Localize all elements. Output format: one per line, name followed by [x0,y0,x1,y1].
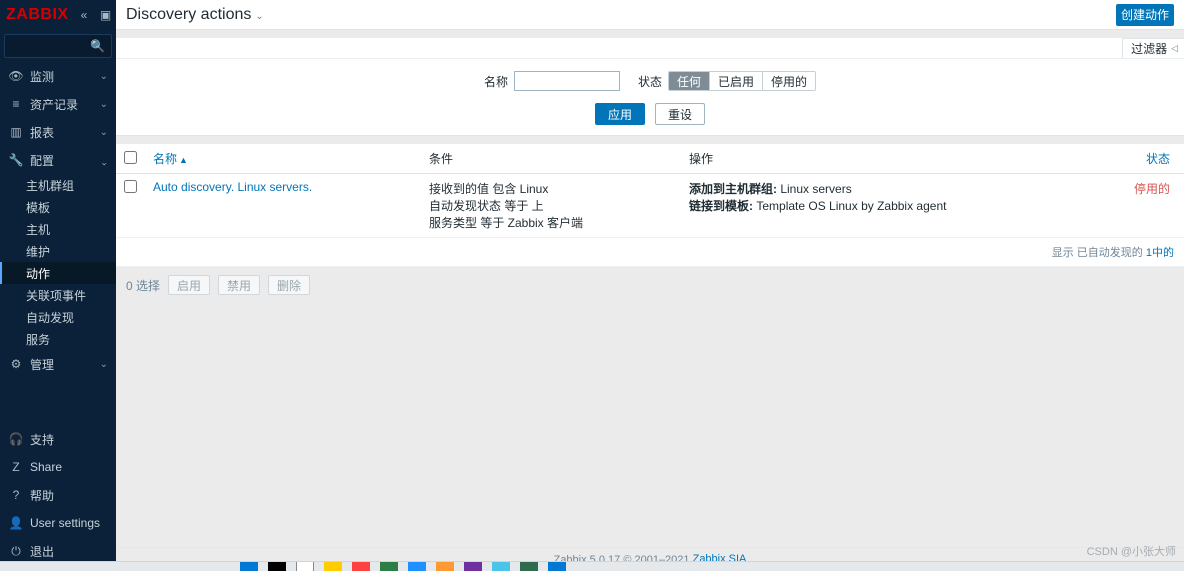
sidebar-top: ZABBIX « ▣ [0,0,116,30]
title-dropdown[interactable]: Discovery actions ⌄ [126,6,264,24]
gear-icon: ⚙ [8,357,24,371]
actions-table: 名称▲ 条件 操作 状态 Auto discovery. Linux serve… [116,144,1184,238]
filter-name-input[interactable] [514,71,620,91]
search-icon[interactable]: 🔍 [90,39,105,53]
eye-icon: 👁 [8,69,24,83]
bar-chart-icon: ▥ [8,125,24,139]
share-icon: Z [8,460,24,474]
chevron-down-icon: ⌄ [100,359,108,370]
filter-name-label: 名称 [484,73,508,90]
sidebar: ZABBIX « ▣ 🔍 👁 监测 ⌄ ≡ 资产记录 ⌄ ▥ 报表 ⌄ 🔧 配置… [0,0,116,571]
sub-hostgroups[interactable]: 主机群组 [0,174,116,196]
sidebar-collapse-icon[interactable]: « [74,0,95,30]
filter-tab[interactable]: 过滤器 ◁ [1122,38,1184,58]
main: Discovery actions ⌄ 创建动作 过滤器 ◁ 名称 状态 任何 … [116,0,1184,571]
filter-status-label: 状态 [638,73,662,90]
condition-line: 服务类型 等于 Zabbix 客户端 [429,214,673,231]
sidebar-nav: 👁 监测 ⌄ ≡ 资产记录 ⌄ ▥ 报表 ⌄ 🔧 配置 ⌃ 主机群组 模板 主机… [0,62,116,425]
selected-count: 0 选择 [126,277,160,294]
bulk-enable-button[interactable]: 启用 [168,275,210,295]
sidebar-search[interactable]: 🔍 [4,34,112,58]
nav-configuration[interactable]: 🔧 配置 ⌃ [0,146,116,174]
nav-inventory[interactable]: ≡ 资产记录 ⌄ [0,90,116,118]
apply-button[interactable]: 应用 [595,103,645,125]
list-icon: ≡ [8,97,24,111]
page-header: Discovery actions ⌄ 创建动作 [116,0,1184,30]
filter-tab-label: 过滤器 [1131,40,1167,57]
status-segmented: 任何 已启用 停用的 [668,71,816,91]
reset-button[interactable]: 重设 [655,103,705,125]
os-taskbar [0,561,1184,571]
foot-user-settings[interactable]: 👤 User settings [0,509,116,537]
chevron-up-icon: ⌃ [100,155,108,166]
filter-status-group: 状态 任何 已启用 停用的 [638,71,816,91]
sub-hosts[interactable]: 主机 [0,218,116,240]
sub-correlation[interactable]: 关联项事件 [0,284,116,306]
foot-help[interactable]: ? 帮助 [0,481,116,509]
operation-line: 链接到模板: Template OS Linux by Zabbix agent [689,197,1106,214]
filter-panel: 名称 状态 任何 已启用 停用的 应用 重设 [116,58,1184,136]
sidebar-edit-icon[interactable]: ▣ [95,0,116,30]
conditions-cell: 接收到的值 包含 Linux 自动发现状态 等于 上 服务类型 等于 Zabbi… [421,174,681,238]
condition-line: 自动发现状态 等于 上 [429,197,673,214]
operation-line: 添加到主机群组: Linux servers [689,180,1106,197]
table-summary: 显示 已自动发现的 1中的 [116,238,1184,267]
nav-label: 监测 [30,68,100,85]
col-operations: 操作 [681,144,1114,174]
status-any[interactable]: 任何 [669,72,709,90]
question-icon: ? [8,488,24,502]
nav-configuration-sub: 主机群组 模板 主机 维护 动作 关联项事件 自动发现 服务 [0,174,116,350]
table-header-row: 名称▲ 条件 操作 状态 [116,144,1184,174]
chevron-down-icon: ⌄ [100,99,108,110]
select-all-checkbox[interactable] [124,151,137,164]
chevron-down-icon: ⌄ [255,11,263,22]
bulk-disable-button[interactable]: 禁用 [218,275,260,295]
logo[interactable]: ZABBIX [0,6,74,24]
power-icon: ⏻ [8,544,24,559]
foot-support[interactable]: 🎧 支持 [0,425,116,453]
operations-cell: 添加到主机群组: Linux servers 链接到模板: Template O… [681,174,1114,238]
sub-templates[interactable]: 模板 [0,196,116,218]
page-title: Discovery actions [126,6,251,24]
headset-icon: 🎧 [8,432,24,446]
sidebar-footer: 🎧 支持 Z Share ? 帮助 👤 User settings ⏻ 退出 [0,425,116,571]
nav-admin[interactable]: ⚙ 管理 ⌄ [0,350,116,378]
bulk-delete-button[interactable]: 删除 [268,275,310,295]
foot-share[interactable]: Z Share [0,453,116,481]
col-conditions: 条件 [421,144,681,174]
create-action-button[interactable]: 创建动作 [1116,4,1174,26]
wrench-icon: 🔧 [8,153,24,167]
nav-reports[interactable]: ▥ 报表 ⌄ [0,118,116,146]
chevron-left-icon: ◁ [1171,43,1178,54]
status-enabled[interactable]: 已启用 [709,72,762,90]
bulk-action-bar: 0 选择 启用 禁用 删除 [116,267,1184,303]
sub-actions[interactable]: 动作 [0,262,116,284]
status-toggle[interactable]: 停用的 [1134,182,1170,196]
chevron-down-icon: ⌄ [100,71,108,82]
watermark: CSDN @小张大师 [1087,543,1176,559]
col-status-sort[interactable]: 状态 [1146,152,1170,166]
status-disabled[interactable]: 停用的 [762,72,815,90]
sub-services[interactable]: 服务 [0,328,116,350]
row-checkbox[interactable] [124,180,137,193]
content: 名称▲ 条件 操作 状态 Auto discovery. Linux serve… [116,144,1184,571]
filter-tab-row: 过滤器 ◁ [116,38,1184,58]
nav-monitoring[interactable]: 👁 监测 ⌄ [0,62,116,90]
user-icon: 👤 [8,516,24,530]
col-status: 状态 [1114,144,1184,174]
col-name-sort[interactable]: 名称▲ [153,152,188,166]
table-row: Auto discovery. Linux servers. 接收到的值 包含 … [116,174,1184,238]
action-name-link[interactable]: Auto discovery. Linux servers. [153,180,312,194]
condition-line: 接收到的值 包含 Linux [429,180,673,197]
summary-link[interactable]: 1中的 [1146,247,1174,259]
sub-discovery[interactable]: 自动发现 [0,306,116,328]
filter-name-group: 名称 [484,71,620,91]
sort-asc-icon: ▲ [179,155,188,165]
sub-maintenance[interactable]: 维护 [0,240,116,262]
chevron-down-icon: ⌄ [100,127,108,138]
search-input[interactable] [11,39,90,54]
